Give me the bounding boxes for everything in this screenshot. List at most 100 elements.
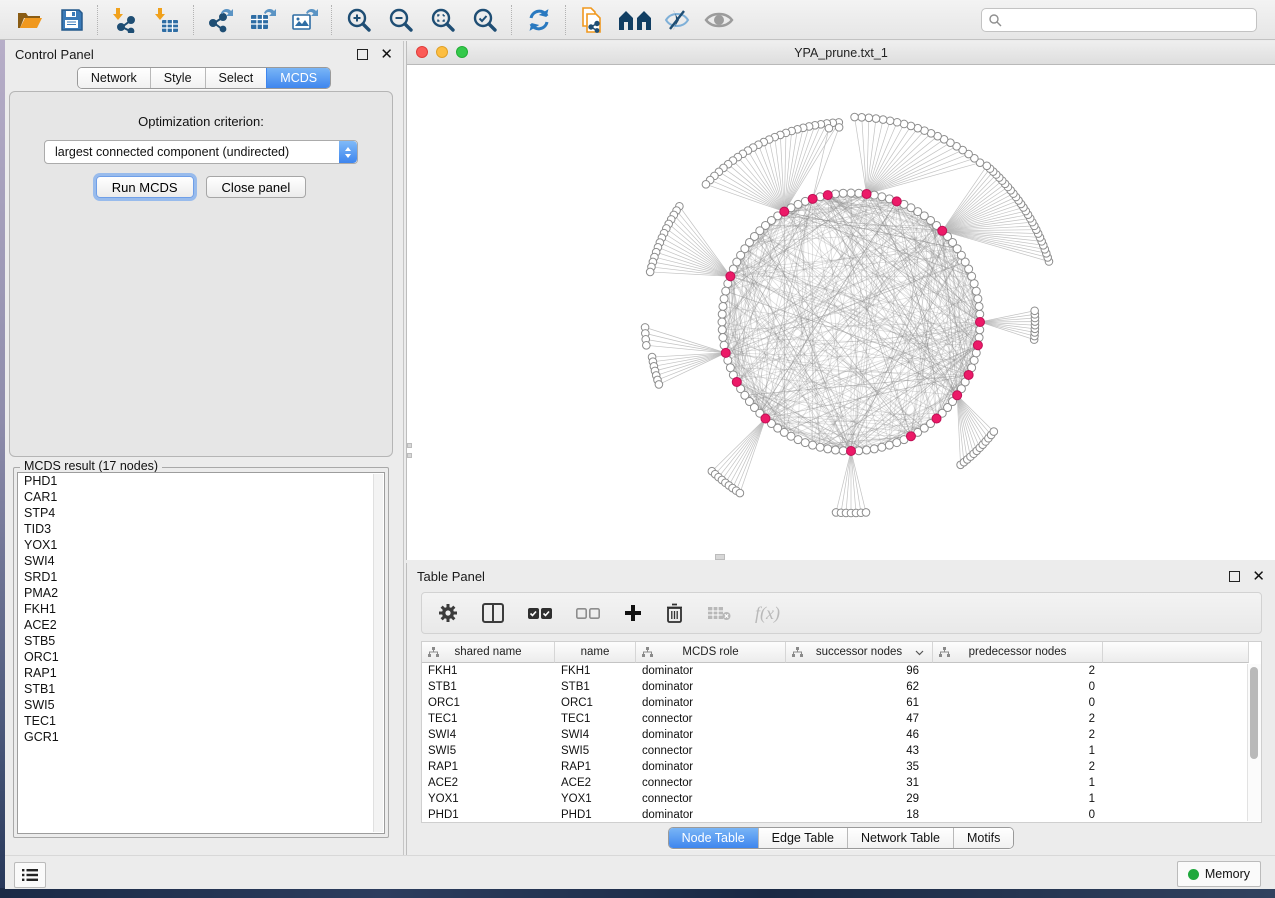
float-panel-icon[interactable] <box>1229 571 1240 582</box>
tab-style[interactable]: Style <box>150 68 205 88</box>
mcds-list-item[interactable]: PMA2 <box>18 585 384 601</box>
mcds-list-item[interactable]: FKH1 <box>18 601 384 617</box>
mcds-list-item[interactable]: ORC1 <box>18 649 384 665</box>
table-row[interactable]: FKH1FKH1dominator962 <box>422 663 1261 679</box>
refresh-layout-button[interactable] <box>518 2 560 38</box>
zoom-fit-button[interactable] <box>422 2 464 38</box>
optimization-dropdown[interactable]: largest connected component (undirected) <box>44 140 358 164</box>
save-session-button[interactable] <box>50 2 92 38</box>
zoom-out-button[interactable] <box>380 2 422 38</box>
table-cell <box>1103 775 1249 791</box>
mcds-list-item[interactable]: TID3 <box>18 521 384 537</box>
split-columns-button[interactable] <box>482 603 504 623</box>
mcds-list-item[interactable]: GCR1 <box>18 729 384 745</box>
export-image-button[interactable] <box>284 2 326 38</box>
table-row[interactable]: SWI5SWI5connector431 <box>422 743 1261 759</box>
search-icon <box>988 13 1002 27</box>
tab-network-table[interactable]: Network Table <box>847 828 953 848</box>
tab-edge-table[interactable]: Edge Table <box>758 828 847 848</box>
tab-node-table[interactable]: Node Table <box>669 828 758 848</box>
mcds-list-item[interactable]: STB1 <box>18 681 384 697</box>
mcds-list-item[interactable]: STB5 <box>18 633 384 649</box>
splitter-handle[interactable] <box>715 554 725 560</box>
mcds-list-item[interactable]: SWI4 <box>18 553 384 569</box>
deselect-all-button[interactable] <box>576 607 600 620</box>
table-cell: 61 <box>786 695 933 711</box>
close-window-icon[interactable] <box>416 46 428 58</box>
zoom-in-button[interactable] <box>338 2 380 38</box>
mcds-list-item[interactable]: TEC1 <box>18 713 384 729</box>
task-history-button[interactable] <box>14 862 46 888</box>
table-row[interactable]: RAP1RAP1dominator352 <box>422 759 1261 775</box>
table-row[interactable]: ORC1ORC1dominator610 <box>422 695 1261 711</box>
export-table-button[interactable] <box>242 2 284 38</box>
network-graph[interactable] <box>407 65 1275 560</box>
mcds-list-item[interactable]: STP4 <box>18 505 384 521</box>
tab-mcds[interactable]: MCDS <box>266 68 330 88</box>
import-network-button[interactable] <box>104 2 146 38</box>
column-header-predecessor-nodes[interactable]: predecessor nodes <box>933 642 1103 663</box>
toolbar-separator <box>331 5 333 35</box>
table-row[interactable]: TEC1TEC1connector472 <box>422 711 1261 727</box>
memory-button[interactable]: Memory <box>1177 861 1261 887</box>
function-builder-button[interactable]: f(x) <box>755 603 780 624</box>
table-toolbar: f(x) <box>421 592 1262 634</box>
network-canvas[interactable] <box>407 65 1275 560</box>
memory-label: Memory <box>1205 867 1250 881</box>
application-window: Control Panel ✕ NetworkStyleSelectMCDS O… <box>0 0 1275 898</box>
shared-column-icon <box>939 647 950 658</box>
export-network-button[interactable] <box>200 2 242 38</box>
table-scrollbar[interactable] <box>1247 664 1261 821</box>
delete-column-button[interactable] <box>666 603 683 623</box>
mcds-list-item[interactable]: YOX1 <box>18 537 384 553</box>
float-panel-icon[interactable] <box>357 49 368 60</box>
tab-motifs[interactable]: Motifs <box>953 828 1013 848</box>
mcds-list-item[interactable]: SRD1 <box>18 569 384 585</box>
table-row[interactable]: ACE2ACE2connector311 <box>422 775 1261 791</box>
mcds-list-item[interactable]: PHD1 <box>18 473 384 489</box>
column-header-successor-nodes[interactable]: successor nodes <box>786 642 933 663</box>
table-cell: SWI4 <box>555 727 636 743</box>
table-row[interactable]: STB1STB1dominator620 <box>422 679 1261 695</box>
table-row[interactable]: YOX1YOX1connector291 <box>422 791 1261 807</box>
show-all-button[interactable] <box>698 2 740 38</box>
tab-select[interactable]: Select <box>205 68 267 88</box>
minimize-window-icon[interactable] <box>436 46 448 58</box>
add-column-button[interactable] <box>624 604 642 622</box>
open-session-button[interactable] <box>8 2 50 38</box>
table-cell <box>1103 759 1249 775</box>
table-scrollbar-thumb[interactable] <box>1250 667 1258 759</box>
splitter-handle[interactable] <box>407 443 412 448</box>
mcds-list-scrollbar[interactable] <box>373 474 383 832</box>
search-input[interactable] <box>1002 10 1256 30</box>
tab-network[interactable]: Network <box>78 68 150 88</box>
table-cell: STB1 <box>555 679 636 695</box>
table-row[interactable]: PHD1PHD1dominator180 <box>422 807 1261 823</box>
import-table-button[interactable] <box>146 2 188 38</box>
select-all-button[interactable] <box>528 607 552 620</box>
run-mcds-button[interactable]: Run MCDS <box>96 176 194 198</box>
delete-table-button[interactable] <box>707 605 731 621</box>
mcds-list-item[interactable]: CAR1 <box>18 489 384 505</box>
mcds-list-item[interactable]: RAP1 <box>18 665 384 681</box>
maximize-window-icon[interactable] <box>456 46 468 58</box>
table-cell <box>1103 791 1249 807</box>
column-header-shared-name[interactable]: shared name <box>422 642 555 663</box>
mcds-list-item[interactable]: SWI5 <box>18 697 384 713</box>
mcds-list-item[interactable]: ACE2 <box>18 617 384 633</box>
search-field[interactable] <box>981 8 1257 32</box>
zoom-selected-button[interactable] <box>464 2 506 38</box>
first-neighbors-button[interactable] <box>614 2 656 38</box>
splitter-handle[interactable] <box>407 453 412 458</box>
close-panel-button[interactable]: Close panel <box>206 176 307 198</box>
clone-network-button[interactable] <box>572 2 614 38</box>
table-row[interactable]: SWI4SWI4dominator462 <box>422 727 1261 743</box>
column-header-MCDS-role[interactable]: MCDS role <box>636 642 786 663</box>
mcds-result-list[interactable]: PHD1CAR1STP4TID3YOX1SWI4SRD1PMA2FKH1ACE2… <box>17 472 385 834</box>
gear-button[interactable] <box>438 603 458 623</box>
column-header-name[interactable]: name <box>555 642 636 663</box>
close-panel-icon[interactable]: ✕ <box>1252 572 1265 581</box>
hide-selected-button[interactable] <box>656 2 698 38</box>
table-cell: YOX1 <box>422 791 555 807</box>
close-panel-icon[interactable]: ✕ <box>380 50 393 59</box>
